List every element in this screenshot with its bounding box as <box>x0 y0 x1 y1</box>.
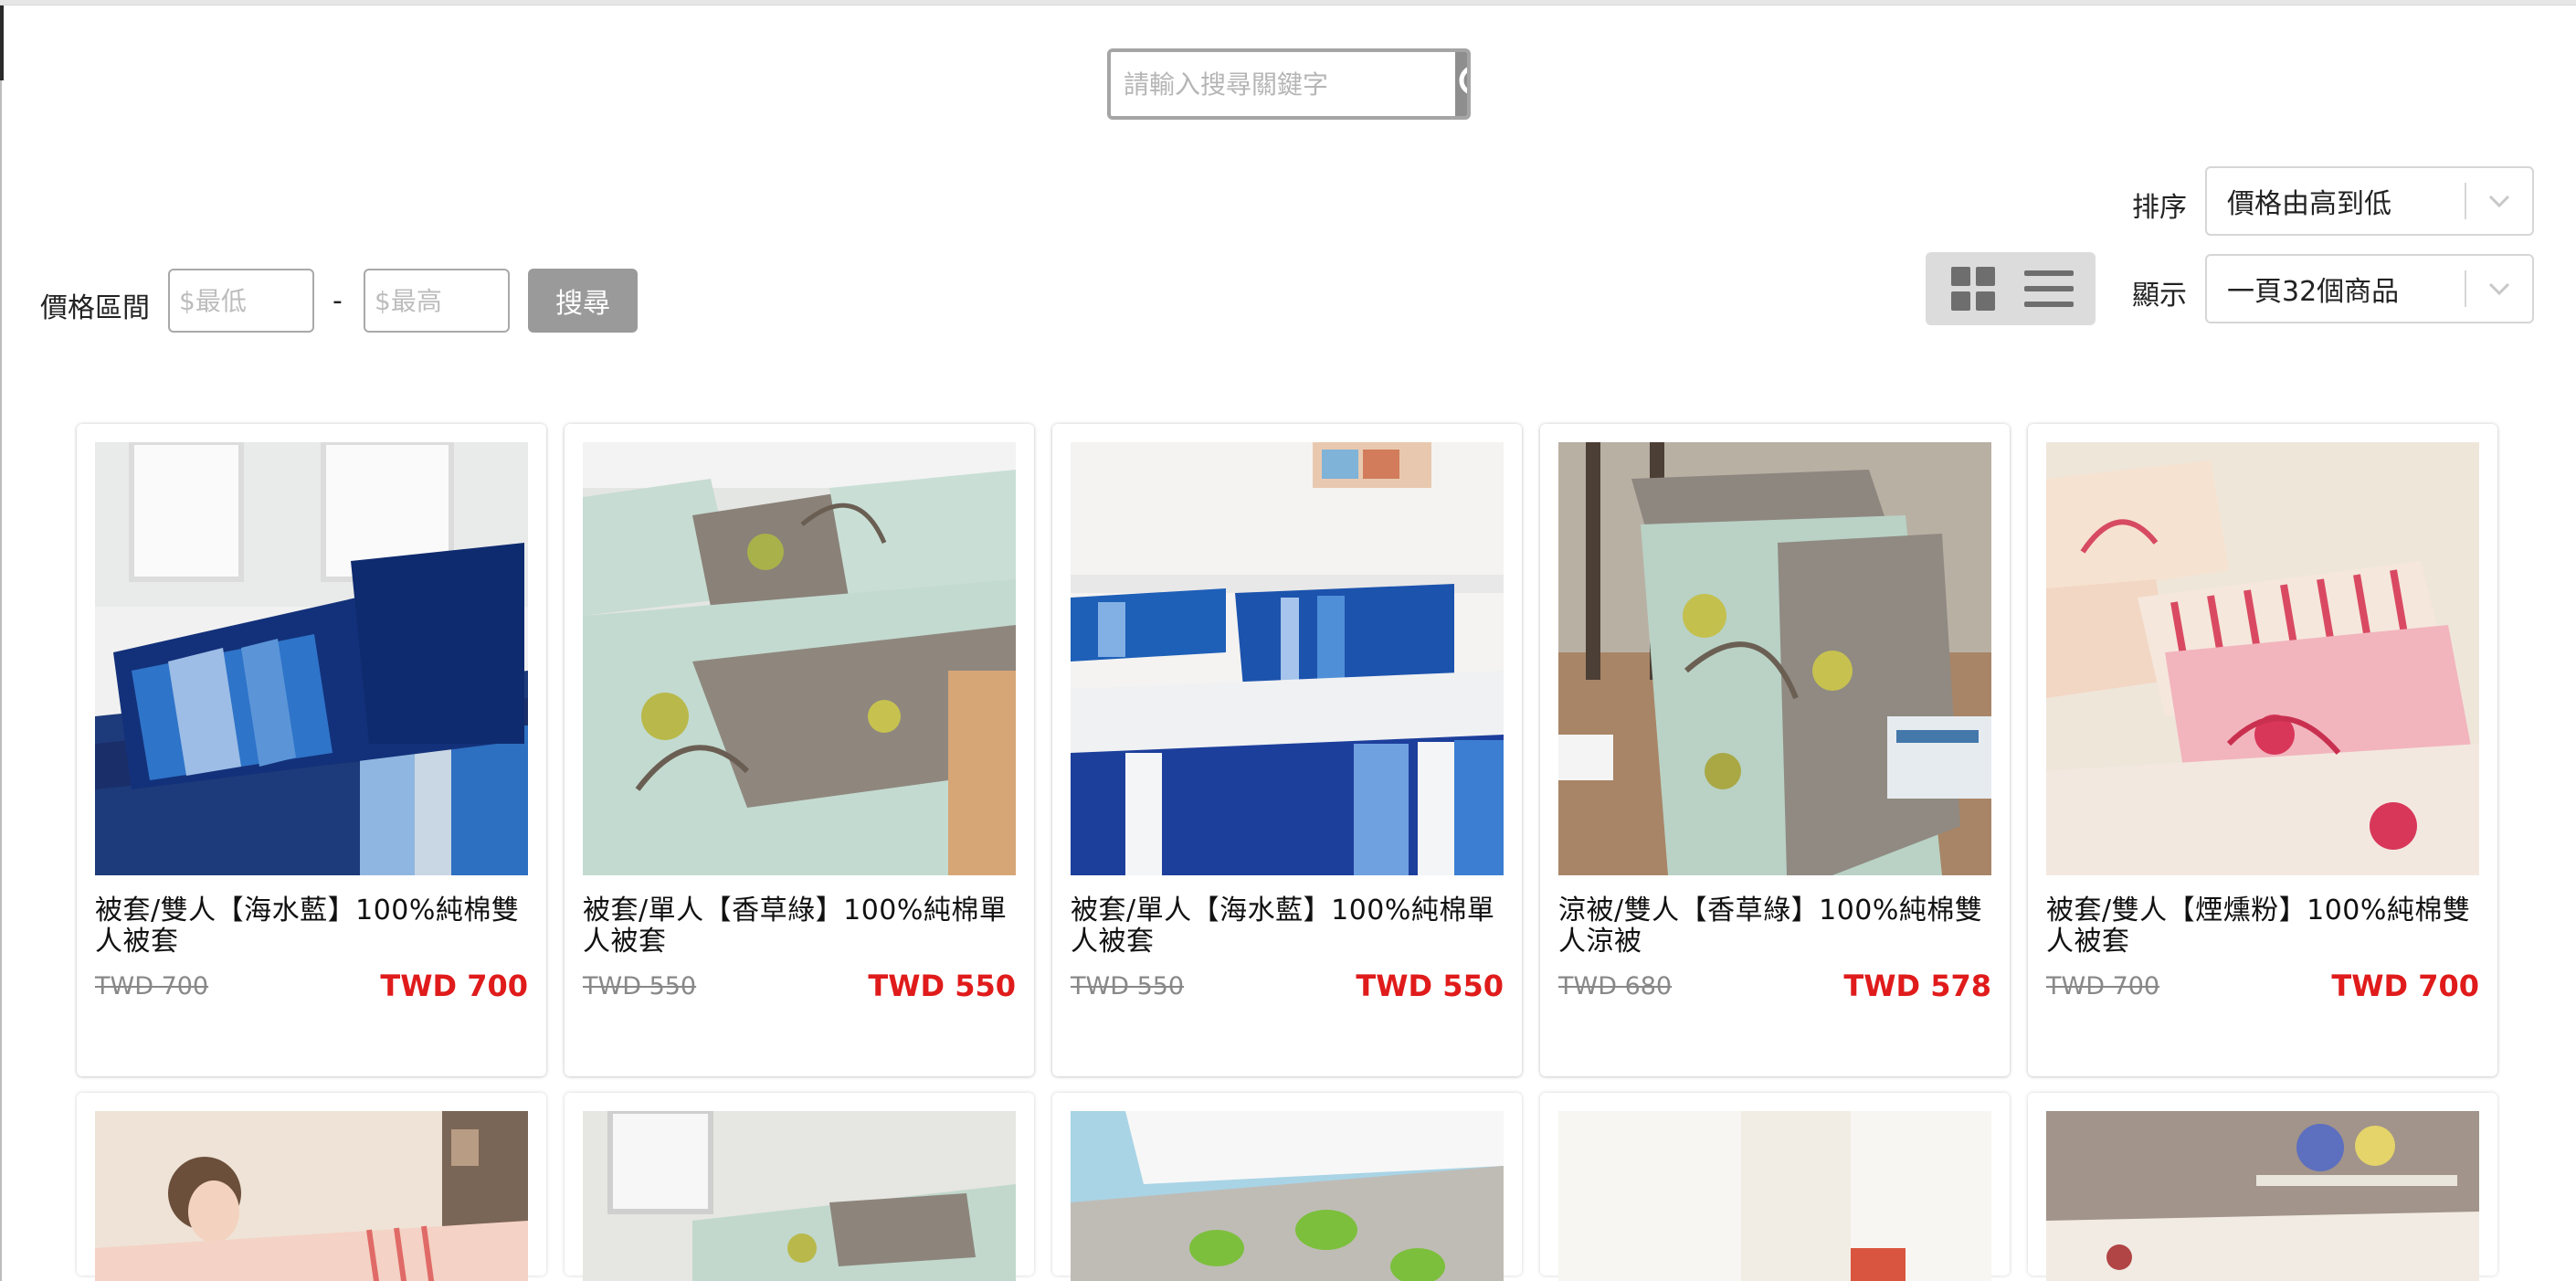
product-original-price: TWD 700 <box>2046 972 2160 1000</box>
list-view-icon <box>2023 270 2074 307</box>
product-original-price: TWD 700 <box>95 972 209 1000</box>
product-original-price: TWD 550 <box>583 972 697 1000</box>
sort-select[interactable]: 價格由高到低 <box>2205 166 2534 236</box>
product-image[interactable] <box>583 1111 1016 1281</box>
product-name[interactable]: 被套/單人【海水藍】100%純棉單人被套 <box>1071 895 1504 958</box>
product-card[interactable]: 涼被/雙人【香草綠】100%純棉雙人涼被 TWD 680 TWD 578 <box>1540 424 2010 1076</box>
product-image[interactable] <box>1071 1111 1504 1281</box>
product-card[interactable] <box>565 1093 1034 1281</box>
product-image[interactable] <box>95 1111 528 1281</box>
chevron-down-icon <box>2466 281 2532 297</box>
search-icon <box>1459 67 1467 94</box>
product-card[interactable] <box>1052 1093 1522 1281</box>
product-image[interactable] <box>2046 1111 2479 1281</box>
grid-view-icon <box>1950 267 1995 311</box>
price-range-label: 價格區間 <box>40 292 150 324</box>
grid-view-button[interactable] <box>1941 257 2005 321</box>
product-image[interactable] <box>1071 442 1504 875</box>
product-original-price: TWD 550 <box>1071 972 1185 1000</box>
product-price: TWD 578 <box>1843 969 1991 1003</box>
product-name[interactable]: 被套/雙人【煙燻粉】100%純棉雙人被套 <box>2046 895 2479 958</box>
product-card[interactable] <box>2028 1093 2497 1281</box>
product-image[interactable] <box>1558 442 1991 875</box>
product-card[interactable]: 被套/單人【香草綠】100%純棉單人被套 TWD 550 TWD 550 <box>565 424 1034 1076</box>
product-image[interactable] <box>2046 442 2479 875</box>
price-search-button[interactable]: 搜尋 <box>528 269 638 333</box>
product-price: TWD 550 <box>1356 969 1504 1003</box>
product-card[interactable]: 被套/單人【海水藍】100%純棉單人被套 TWD 550 TWD 550 <box>1052 424 1522 1076</box>
display-select[interactable]: 一頁32個商品 <box>2205 254 2534 323</box>
price-max-input[interactable] <box>364 269 510 333</box>
window-edge-line <box>0 80 2 1281</box>
display-label: 顯示 <box>2132 280 2187 312</box>
view-toggle <box>1926 252 2096 325</box>
product-image[interactable] <box>583 442 1016 875</box>
price-min-input[interactable] <box>168 269 314 333</box>
sort-label: 排序 <box>2132 192 2187 224</box>
display-selected-value: 一頁32個商品 <box>2227 276 2400 308</box>
product-card[interactable]: 被套/雙人【海水藍】100%純棉雙人被套 TWD 700 TWD 700 <box>77 424 546 1076</box>
price-range-separator: - <box>333 285 343 317</box>
window-edge <box>0 5 4 80</box>
product-card[interactable]: 被套/雙人【煙燻粉】100%純棉雙人被套 TWD 700 TWD 700 <box>2028 424 2497 1076</box>
search-bar <box>1107 48 1471 120</box>
product-image[interactable] <box>95 442 528 875</box>
product-card[interactable] <box>1540 1093 2010 1281</box>
top-border <box>0 0 2576 5</box>
product-name[interactable]: 被套/單人【香草綠】100%純棉單人被套 <box>583 895 1016 958</box>
product-card[interactable] <box>77 1093 546 1281</box>
product-price: TWD 550 <box>868 969 1016 1003</box>
product-name[interactable]: 被套/雙人【海水藍】100%純棉雙人被套 <box>95 895 528 958</box>
list-view-button[interactable] <box>2017 257 2081 321</box>
search-button[interactable] <box>1455 52 1467 116</box>
product-image[interactable] <box>1558 1111 1991 1281</box>
product-price: TWD 700 <box>380 969 528 1003</box>
product-original-price: TWD 680 <box>1558 972 1673 1000</box>
search-input[interactable] <box>1111 52 1455 116</box>
sort-selected-value: 價格由高到低 <box>2227 188 2391 220</box>
product-price: TWD 700 <box>2331 969 2479 1003</box>
product-name[interactable]: 涼被/雙人【香草綠】100%純棉雙人涼被 <box>1558 895 1991 958</box>
chevron-down-icon <box>2466 193 2532 209</box>
